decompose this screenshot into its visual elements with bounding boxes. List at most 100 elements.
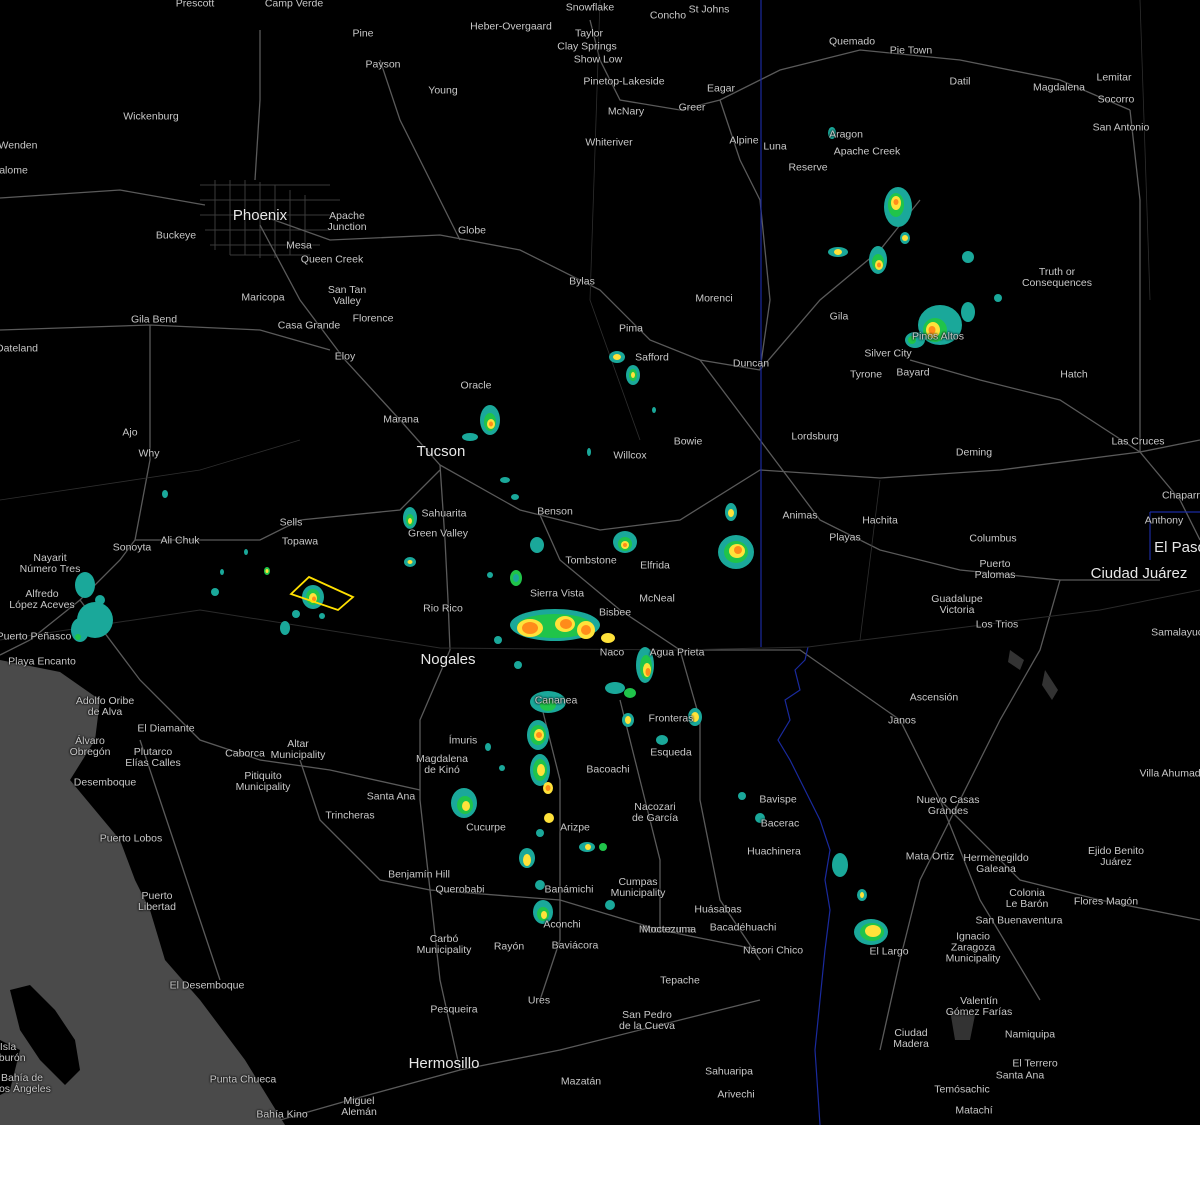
place-label: Eagar: [706, 82, 736, 95]
place-label: St Johns: [688, 3, 730, 16]
place-label: Pesqueira: [430, 1003, 478, 1016]
place-label: Green Valley: [408, 527, 468, 540]
place-label: Cumpas Municipality: [610, 876, 666, 899]
place-label: Los Trios: [975, 618, 1019, 631]
place-label: Duncan: [732, 357, 770, 370]
place-label: Ascensión: [909, 691, 959, 704]
place-label: Playas: [829, 531, 861, 544]
place-label: Esqueda: [650, 746, 692, 759]
place-label: Magdalena de Kinó: [416, 753, 468, 776]
place-label: Pima: [619, 322, 643, 335]
place-label: Tyrone: [849, 368, 883, 381]
place-label: Queen Creek: [300, 253, 364, 266]
place-label: Mesa: [286, 239, 312, 252]
place-label: Altar Municipality: [270, 738, 326, 761]
place-label: Gila Bend: [130, 313, 178, 326]
place-label: Samalayuca: [1151, 626, 1200, 639]
place-label: Why: [138, 447, 160, 460]
place-label: Agua Prieta: [649, 646, 705, 659]
place-label: Bayard: [896, 366, 930, 379]
place-label: Cucurpe: [466, 821, 506, 834]
place-label: Quemado: [828, 35, 876, 48]
place-label: McNary: [607, 105, 645, 118]
place-label: Snowflake: [565, 1, 615, 14]
place-label: Topawa: [281, 535, 319, 548]
lake: [1008, 650, 1024, 670]
place-label: Ímuris: [448, 734, 478, 747]
place-label: Safford: [635, 351, 669, 364]
place-label: Ciudad Madera: [893, 1027, 929, 1050]
place-label: Benjamín Hill: [388, 868, 450, 881]
place-label: Casa Grande: [277, 319, 341, 332]
place-label: Concho: [649, 9, 687, 22]
sonora-chihuahua-border: [777, 646, 831, 1125]
place-label: Wenden: [0, 139, 38, 152]
place-label: Sonoyta: [112, 541, 152, 554]
place-label: Camp Verde: [264, 0, 324, 10]
lake: [1042, 670, 1058, 700]
place-label: Bahía Kino: [256, 1108, 308, 1121]
radar-map[interactable]: Phoenix Tucson Nogales Ciudad Juárez Hermosi…: [0, 0, 1200, 1125]
city-label-major: El Paso: [1154, 539, 1200, 556]
place-label: Columbus: [969, 532, 1017, 545]
place-label: Nácori Chico: [742, 944, 804, 957]
place-label: Bisbee: [598, 606, 632, 619]
place-label: Gila: [829, 310, 849, 323]
place-label: Hachita: [862, 514, 898, 527]
place-label: Animas: [782, 509, 818, 522]
place-label: San Antonio: [1092, 121, 1150, 134]
place-label: Las Cruces: [1111, 435, 1165, 448]
place-label: Globe: [457, 224, 487, 237]
place-label: San Pedro de la Cueva: [618, 1009, 676, 1032]
place-label: Maricopa: [241, 291, 285, 304]
place-label: Whiteriver: [585, 136, 633, 149]
place-label: Arivechi: [717, 1088, 755, 1101]
bottom-blank-area: [0, 1125, 1200, 1200]
place-label: Adolfo Oribe de Alva: [75, 695, 135, 718]
place-label: Huachinera: [747, 845, 801, 858]
place-label: Hatch: [1060, 368, 1088, 381]
city-label-major: Hermosillo: [408, 1055, 480, 1072]
place-label: Pinetop-Lakeside: [583, 75, 665, 88]
place-label: Datil: [949, 75, 971, 88]
place-label: Bylas: [569, 275, 595, 288]
place-label: Playa Encanto: [8, 655, 76, 668]
place-label: Mata Ortiz: [905, 850, 955, 863]
place-label: Prescott: [175, 0, 215, 10]
place-label: McNeal: [639, 592, 675, 605]
place-label: Nayarit Número Tres: [19, 552, 81, 575]
place-label: Willcox: [613, 449, 647, 462]
place-label: Bahía de Los Ángeles: [0, 1072, 51, 1095]
place-label: Aconchi: [543, 918, 581, 931]
place-label: El Terrero: [1012, 1057, 1058, 1070]
place-label: Tepache: [660, 974, 700, 987]
place-label: Ures: [527, 994, 551, 1007]
place-label: Caborca: [225, 747, 265, 760]
place-label: Valentín Gómez Farías: [945, 995, 1013, 1018]
place-label: Alfredo López Aceves: [9, 588, 75, 611]
place-label: Ignacio Zaragoza Municipality: [945, 930, 1001, 965]
place-label: Bavispe: [759, 793, 797, 806]
place-label: Desemboque: [73, 776, 137, 789]
place-label: Naco: [599, 646, 625, 659]
place-label: Ejido Benito Juárez: [1087, 845, 1145, 868]
place-label: Fronteras: [648, 712, 694, 725]
place-label: Pinos Altos: [912, 330, 964, 343]
place-label: Puerto Peñasco: [0, 630, 72, 643]
international-border: [0, 589, 1200, 651]
place-label: Puerto Libertad: [138, 890, 176, 913]
place-label: Eloy: [334, 350, 356, 363]
place-label: Villa Ahumada: [1139, 767, 1200, 780]
place-label: Pine: [352, 27, 374, 40]
place-label: Santa Ana: [995, 1069, 1045, 1082]
place-label: Nuevo Casas Grandes: [916, 794, 980, 817]
place-label: Nacozari de García: [631, 801, 679, 824]
place-label: San Buenaventura: [975, 914, 1063, 927]
place-label: Miguel Alemán: [341, 1095, 377, 1118]
place-label: Deming: [955, 446, 993, 459]
place-label: Bacadéhuachi: [709, 921, 777, 934]
radar-returns: [71, 127, 1002, 945]
place-label: Heber-Overgaard: [470, 20, 552, 33]
place-label: Silver City: [864, 347, 912, 360]
place-label: Colonia Le Barón: [1005, 887, 1049, 910]
